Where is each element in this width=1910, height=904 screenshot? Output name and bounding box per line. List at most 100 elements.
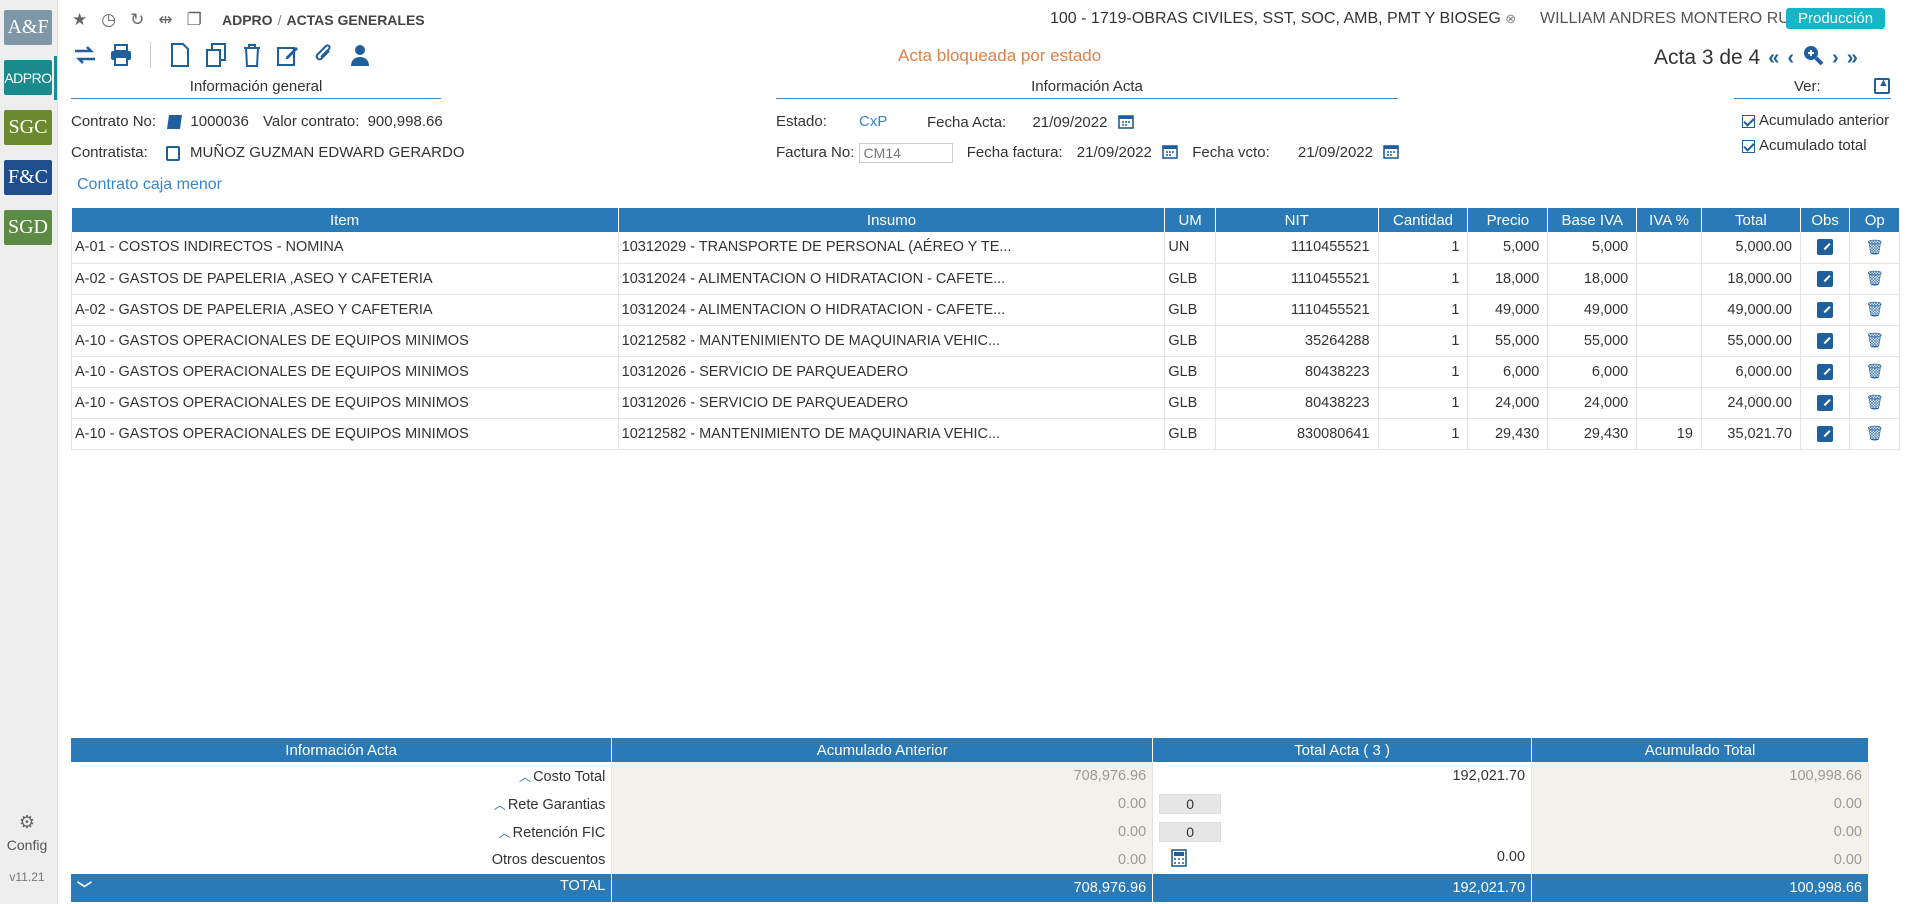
collapse-toggle[interactable]: ▲	[1874, 77, 1890, 94]
summary-anterior-value: 708,976.96	[611, 762, 1154, 790]
items-header-row: Item Insumo UM NIT Cantidad Precio Base …	[71, 208, 1900, 232]
print-icon[interactable]	[108, 42, 134, 68]
next-page-icon[interactable]: ›	[1832, 47, 1839, 70]
windows-icon[interactable]: ❐	[187, 10, 202, 30]
calendar-icon[interactable]	[1162, 143, 1178, 163]
factura-row: Factura No: CM14 Fecha factura: 21/09/20…	[776, 143, 1399, 163]
module-fc-button[interactable]: F&C	[4, 160, 52, 195]
rete-garantias-input[interactable]: 0	[1159, 794, 1222, 814]
copy-icon[interactable]	[203, 42, 229, 68]
cell-um: GLB	[1164, 418, 1216, 450]
acumulado-total-label: Acumulado total	[1759, 137, 1867, 154]
info-general-heading: Información general	[71, 78, 441, 99]
cell-total: 24,000.00	[1701, 387, 1801, 419]
factura-input[interactable]: CM14	[858, 143, 953, 163]
table-row[interactable]: A-10 - GASTOS OPERACIONALES DE EQUIPOS M…	[71, 356, 1900, 388]
edit-observation-icon[interactable]	[1817, 239, 1834, 256]
col-insumo-header[interactable]: Insumo	[618, 208, 1166, 232]
module-sgc-button[interactable]: SGC	[4, 110, 52, 145]
delete-row-icon[interactable]: 🗑	[1865, 271, 1883, 287]
history-icon[interactable]: ◷	[101, 10, 116, 30]
delete-row-icon[interactable]: 🗑	[1865, 302, 1883, 318]
contract-selector[interactable]: 100 - 1719-OBRAS CIVILES, SST, SOC, AMB,…	[1050, 10, 1516, 28]
cell-total: 5,000.00	[1701, 232, 1801, 264]
table-row[interactable]: A-10 - GASTOS OPERACIONALES DE EQUIPOS M…	[71, 325, 1900, 357]
summary-label[interactable]: ︿ Retención FIC	[71, 818, 613, 846]
refresh-icon[interactable]: ↻	[130, 10, 144, 30]
acumulado-total-checkbox[interactable]: Acumulado total	[1742, 137, 1867, 154]
edit-observation-icon[interactable]	[1817, 270, 1834, 287]
col-precio-header[interactable]: Precio	[1467, 208, 1549, 232]
agent-icon[interactable]	[347, 42, 373, 68]
calculator-icon[interactable]	[1171, 849, 1187, 871]
contratista-row: Contratista: MUÑOZ GUZMAN EDWARD GERARDO	[71, 144, 465, 161]
table-row[interactable]: A-10 - GASTOS OPERACIONALES DE EQUIPOS M…	[71, 387, 1900, 419]
module-sgd-button[interactable]: SGD	[4, 210, 52, 245]
attach-icon[interactable]	[311, 42, 337, 68]
edit-observation-icon[interactable]	[1817, 301, 1834, 318]
col-iva-pct-header[interactable]: IVA %	[1636, 208, 1702, 232]
edit-observation-icon[interactable]	[1817, 394, 1834, 411]
table-row[interactable]: A-10 - GASTOS OPERACIONALES DE EQUIPOS M…	[71, 418, 1900, 450]
table-row[interactable]: A-02 - GASTOS DE PAPELERIA ,ASEO Y CAFET…	[71, 294, 1900, 326]
cell-precio: 5,000	[1467, 232, 1549, 264]
module-af-button[interactable]: A&F	[4, 10, 52, 45]
cell-nit: 1110455521	[1215, 263, 1379, 295]
breadcrumb-module[interactable]: ADPRO	[222, 12, 273, 28]
contact-card-icon	[165, 145, 180, 161]
module-adpro-button[interactable]: ADPRO	[4, 60, 52, 95]
star-icon[interactable]: ★	[72, 10, 87, 30]
breadcrumb-separator: /	[277, 12, 282, 28]
valor-contrato-value: 900,998.66	[367, 113, 443, 130]
edit-observation-icon[interactable]	[1817, 425, 1834, 442]
first-page-icon[interactable]: «	[1768, 47, 1779, 70]
cell-precio: 49,000	[1467, 294, 1549, 326]
col-total-header[interactable]: Total	[1701, 208, 1801, 232]
split-icon[interactable]: ⇹	[158, 10, 172, 30]
cell-base-iva: 49,000	[1547, 294, 1638, 326]
cell-total: 55,000.00	[1701, 325, 1801, 357]
last-page-icon[interactable]: »	[1847, 47, 1858, 70]
retencion-fic-input[interactable]: 0	[1159, 822, 1222, 842]
contract-info-icon[interactable]: ⊗	[1505, 11, 1516, 26]
summary-total-row: ﹀ TOTAL 708,976.96 192,021.70 100,998.66	[71, 874, 1869, 902]
new-document-icon[interactable]	[167, 42, 193, 68]
summary-label[interactable]: ︿ Costo Total	[71, 762, 613, 790]
col-base-iva-header[interactable]: Base IVA	[1547, 208, 1638, 232]
delete-row-icon[interactable]: 🗑	[1865, 333, 1883, 349]
edit-observation-icon[interactable]	[1817, 332, 1834, 349]
delete-row-icon[interactable]: 🗑	[1865, 240, 1883, 256]
config-label: Config	[6, 837, 48, 853]
prev-page-icon[interactable]: ‹	[1787, 47, 1794, 70]
edit-observation-icon[interactable]	[1817, 363, 1834, 380]
swap-icon[interactable]	[72, 42, 98, 68]
table-row[interactable]: A-01 - COSTOS INDIRECTOS - NOMINA 103120…	[71, 232, 1900, 264]
search-zoom-icon[interactable]	[1802, 44, 1824, 72]
summary-total-value: 0.00	[1531, 846, 1869, 874]
delete-row-icon[interactable]: 🗑	[1865, 364, 1883, 380]
calendar-icon[interactable]	[1117, 113, 1134, 133]
summary-header-row: Información Acta Acumulado Anterior Tota…	[71, 738, 1869, 762]
delete-row-icon[interactable]: 🗑	[1865, 395, 1883, 411]
summary-info-header: Información Acta	[71, 738, 613, 762]
contratista-label: Contratista:	[71, 144, 148, 161]
summary-label[interactable]: ︿ Rete Garantias	[71, 790, 613, 818]
col-um-header[interactable]: UM	[1164, 208, 1216, 232]
contrato-caja-menor-link[interactable]: Contrato caja menor	[77, 176, 222, 194]
summary-label-text: Costo Total	[533, 768, 606, 785]
delete-row-icon[interactable]: 🗑	[1865, 426, 1883, 442]
user-name[interactable]: WILLIAM ANDRES MONTERO RUIZ	[1540, 10, 1804, 28]
col-nit-header[interactable]: NIT	[1215, 208, 1379, 232]
trash-icon[interactable]	[239, 42, 265, 68]
col-cantidad-header[interactable]: Cantidad	[1378, 208, 1469, 232]
config-button[interactable]: ⚙ Config	[0, 812, 54, 853]
checkbox-checked-icon	[1742, 139, 1755, 153]
table-row[interactable]: A-02 - GASTOS DE PAPELERIA ,ASEO Y CAFET…	[71, 263, 1900, 295]
calendar-icon[interactable]	[1383, 143, 1399, 163]
acumulado-anterior-checkbox[interactable]: Acumulado anterior	[1742, 112, 1889, 129]
cell-cantidad: 1	[1378, 232, 1469, 264]
cell-nit: 830080641	[1215, 418, 1379, 450]
col-item-header[interactable]: Item	[71, 208, 619, 232]
chevron-down-icon[interactable]: ﹀	[77, 878, 92, 899]
edit-icon[interactable]	[275, 42, 301, 68]
